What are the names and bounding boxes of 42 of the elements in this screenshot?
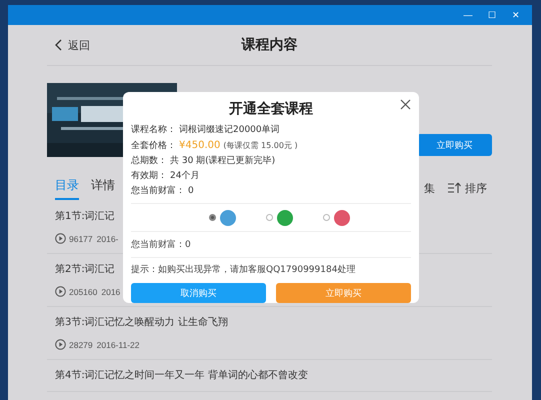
info-label: 课程名称： <box>131 124 176 137</box>
window-control-button[interactable]: ☐ <box>480 10 504 20</box>
radio-button[interactable] <box>209 214 216 221</box>
play-icon <box>55 286 66 297</box>
lesson-date: 2016 <box>101 286 120 296</box>
play-count: 28279 <box>69 340 93 350</box>
play-count: 96177 <box>69 234 93 244</box>
chevron-left-icon <box>55 39 63 51</box>
dialog-title: 开通全套课程 <box>229 100 313 118</box>
info-value: 词根词缀速记20000单词 <box>179 124 280 137</box>
info-value: 共 30 期(课程已更新完毕) <box>170 154 276 168</box>
info-label: 全套价格： <box>131 140 176 153</box>
hint-text: 提示：如购买出现异常，请加客服QQ1790999184处理 <box>131 264 356 277</box>
info-value: ¥450.00 <box>179 139 220 153</box>
page-title: 课程内容 <box>242 36 298 54</box>
play-icon <box>55 233 66 244</box>
lesson-date: 2016- <box>96 234 118 244</box>
radio-button[interactable] <box>266 214 273 221</box>
info-label: 总期数： <box>131 154 167 168</box>
payment-icon[interactable] <box>334 210 350 226</box>
price-note: (每课仅需 15.00元 ) <box>223 140 298 152</box>
tab[interactable]: 详情 <box>91 176 115 200</box>
sort-button[interactable]: 排序 <box>447 180 487 196</box>
lesson-title[interactable]: 第4节:词汇记忆之时间一年又一年 背单词的心都不曾改变 <box>55 368 492 382</box>
back-button[interactable]: 返回 <box>47 38 90 52</box>
select-episodes-button[interactable]: 集 <box>424 180 435 196</box>
play-count: 205160 <box>69 286 98 296</box>
play-icon <box>55 339 66 350</box>
buy-button[interactable]: 立即购买 <box>417 134 492 156</box>
info-value: 0 <box>188 185 194 198</box>
sort-icon <box>447 182 461 194</box>
info-label: 您当前财富： <box>131 184 185 198</box>
lesson-date: 2016-11-22 <box>96 340 140 350</box>
payment-icon[interactable] <box>277 210 293 226</box>
window-control-button[interactable]: ✕ <box>504 10 528 20</box>
info-value: 24个月 <box>170 170 200 183</box>
lesson-title[interactable]: 第3节:词汇记忆之唤醒动力 让生命飞翔 <box>55 315 492 329</box>
wealth-text: 您当前财富：0 <box>131 232 411 258</box>
close-icon[interactable] <box>400 99 411 110</box>
window-control-button[interactable]: — <box>456 10 480 20</box>
info-label: 有效期： <box>131 170 167 183</box>
radio-button[interactable] <box>323 214 330 221</box>
